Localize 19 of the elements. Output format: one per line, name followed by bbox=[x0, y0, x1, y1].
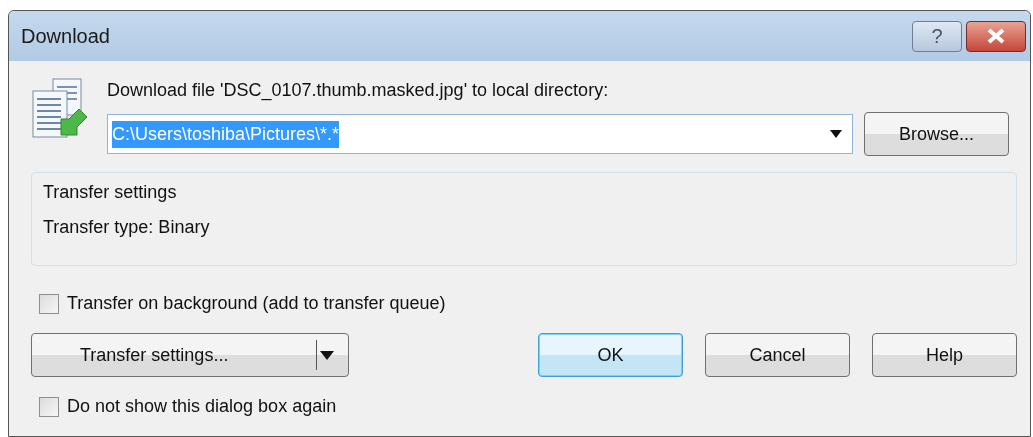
directory-value: C:\Users\toshiba\Pictures\*.* bbox=[112, 120, 340, 148]
dropdown-arrow-icon bbox=[320, 350, 334, 360]
transfer-type-text: Transfer type: Binary bbox=[43, 216, 211, 239]
ok-button[interactable]: OK bbox=[538, 333, 683, 377]
checkbox[interactable] bbox=[39, 396, 59, 417]
checkbox-label: Transfer on background (add to transfer queue) bbox=[67, 292, 446, 315]
prompt-text: Download file 'DSC_0107.thumb.masked.jpg' to local directory: bbox=[107, 79, 610, 103]
checkbox-label: Do not show this dialog box again bbox=[67, 395, 337, 418]
group-legend: Transfer settings bbox=[43, 179, 1005, 206]
dialog-button[interactable]: Help bbox=[872, 333, 1017, 377]
window-title: Download bbox=[21, 24, 110, 49]
help-button[interactable]: ? bbox=[912, 20, 962, 52]
dropdown-arrow-icon bbox=[830, 130, 842, 138]
close-button[interactable] bbox=[966, 20, 1026, 52]
checkbox[interactable] bbox=[39, 293, 59, 314]
close-icon bbox=[986, 28, 1006, 44]
transfer-settings-split-button[interactable]: Transfer settings... bbox=[31, 333, 349, 377]
dialog-button[interactable]: Cancel bbox=[705, 333, 850, 377]
browse-button[interactable]: Browse... bbox=[864, 112, 1009, 156]
